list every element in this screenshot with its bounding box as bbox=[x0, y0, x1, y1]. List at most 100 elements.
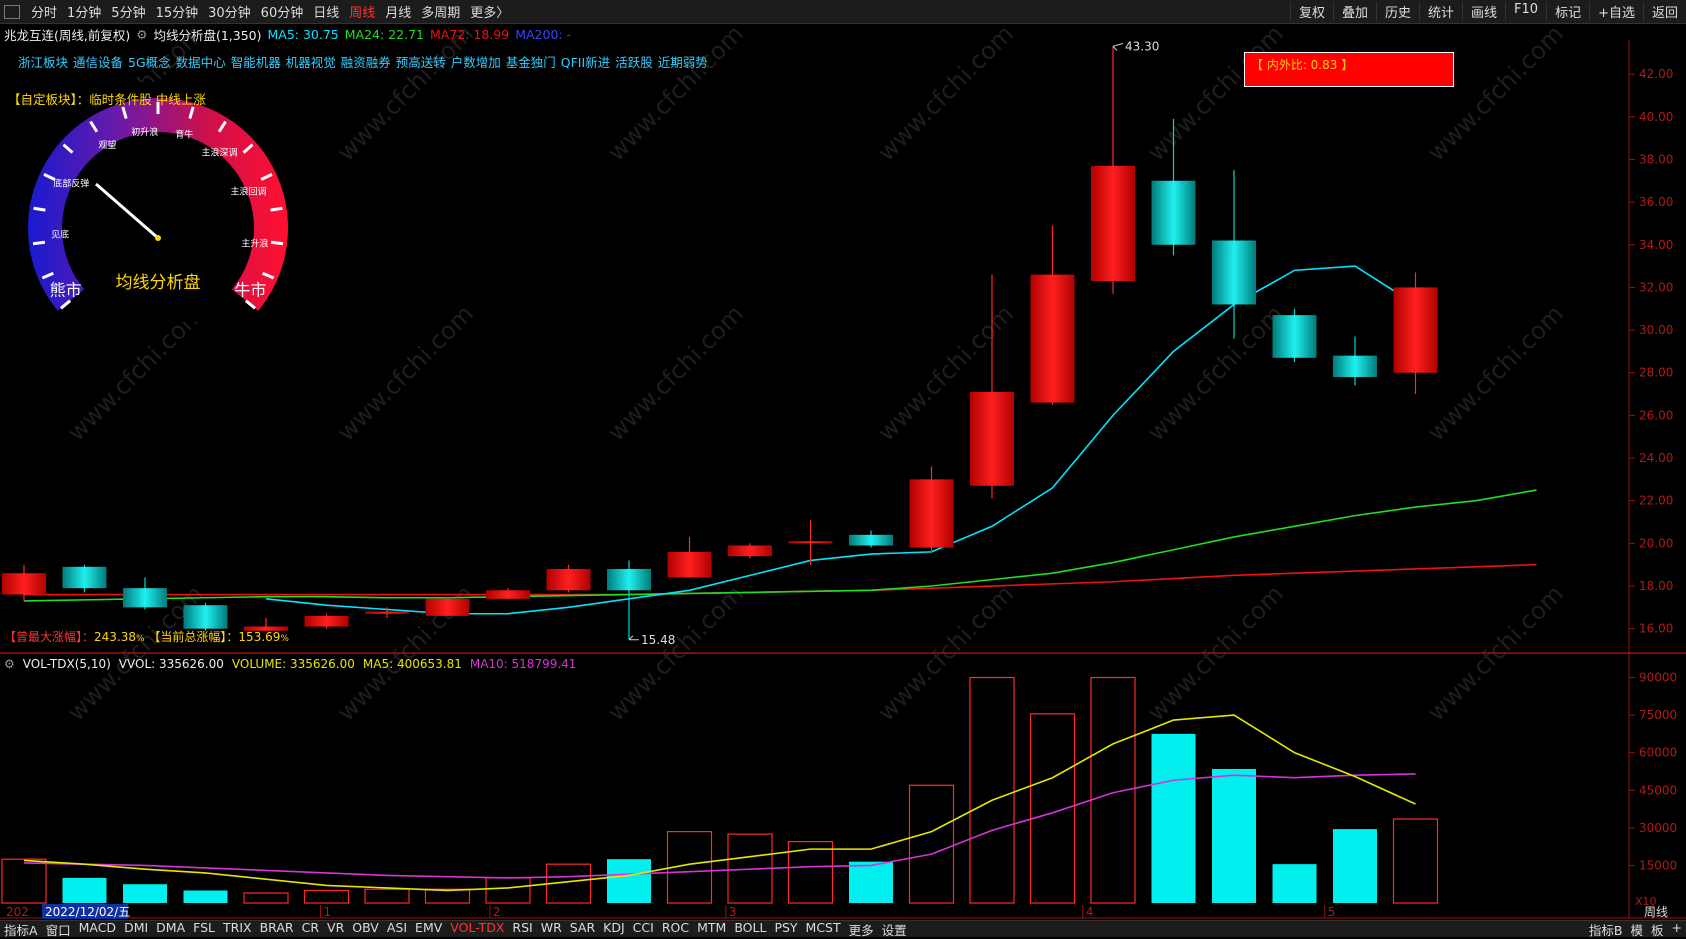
indicator-tab-6[interactable]: CR bbox=[298, 920, 323, 939]
watermark-text: www.cfchi.com bbox=[332, 20, 479, 167]
candle[interactable] bbox=[425, 596, 470, 616]
indicator-tab-0[interactable]: MACD bbox=[75, 920, 120, 939]
indicator-tab-9[interactable]: ASI bbox=[383, 920, 411, 939]
ma72-line bbox=[24, 563, 1537, 596]
month-label: 1 bbox=[323, 905, 331, 919]
watermark-text: www.cfchi.com bbox=[872, 20, 1019, 167]
volume-bar[interactable] bbox=[364, 888, 410, 904]
month-label: 3 bbox=[729, 905, 737, 919]
price-tick-label: 20.00 bbox=[1639, 536, 1673, 550]
price-tick-label: 30.00 bbox=[1639, 323, 1673, 337]
month-label: 5 bbox=[1328, 905, 1336, 919]
candle[interactable] bbox=[1030, 225, 1075, 405]
price-tick-label: 24.00 bbox=[1639, 451, 1673, 465]
candle[interactable] bbox=[1333, 336, 1377, 386]
volume-bar[interactable] bbox=[1151, 733, 1196, 903]
candle[interactable] bbox=[62, 564, 107, 593]
candle[interactable] bbox=[2, 564, 46, 601]
volume-bar[interactable] bbox=[303, 889, 350, 904]
volume-bar[interactable] bbox=[243, 892, 289, 904]
candle[interactable] bbox=[607, 560, 651, 640]
candle[interactable] bbox=[788, 519, 833, 565]
indicator-tab-21[interactable]: MCST bbox=[802, 920, 845, 939]
indicator-tab-17[interactable]: ROC bbox=[658, 920, 693, 939]
indicator-tab-16[interactable]: CCI bbox=[629, 920, 658, 939]
watermark-text: www.cfchi.com bbox=[602, 300, 749, 447]
volume-bar[interactable] bbox=[1, 858, 47, 904]
volume-bar[interactable] bbox=[1212, 768, 1256, 903]
indicator-tab-12[interactable]: RSI bbox=[508, 920, 536, 939]
indicator-tab-1[interactable]: DMI bbox=[120, 920, 152, 939]
indicator-tab-11[interactable]: VOL-TDX bbox=[446, 920, 508, 939]
bottom-left-button-0[interactable]: 指标A bbox=[0, 920, 42, 939]
price-tick-label: 22.00 bbox=[1639, 494, 1673, 508]
candle[interactable] bbox=[1091, 46, 1135, 294]
price-tick-label: 28.00 bbox=[1639, 366, 1673, 380]
indicator-tab-20[interactable]: PSY bbox=[770, 920, 801, 939]
candle-body bbox=[123, 588, 167, 608]
indicator-tab-13[interactable]: WR bbox=[537, 920, 566, 939]
bottom-right-button-2[interactable]: 板 bbox=[1647, 920, 1668, 939]
custom-block: 【自定板块】：临时条件股 中线上涨 bbox=[8, 89, 206, 108]
candle-body bbox=[909, 479, 954, 548]
indicator-tab-8[interactable]: OBV bbox=[348, 920, 383, 939]
indicator-tab-7[interactable]: VR bbox=[323, 920, 348, 939]
current-rise-pct: % bbox=[280, 634, 289, 644]
candle[interactable] bbox=[304, 613, 349, 629]
custom-block-label: 【自定板块】： bbox=[8, 92, 90, 107]
indicator-tab-3[interactable]: FSL bbox=[189, 920, 219, 939]
watermark-text: www.cfchi.com bbox=[1142, 20, 1289, 167]
volume-settings-icon[interactable]: ⚙ bbox=[4, 657, 15, 671]
bottom-right-button-3[interactable]: + bbox=[1668, 920, 1686, 939]
indicator-tab-2[interactable]: DMA bbox=[152, 920, 189, 939]
volume-bar[interactable] bbox=[849, 861, 893, 903]
indicator-tab-4[interactable]: TRIX bbox=[219, 920, 256, 939]
volume-bar[interactable] bbox=[908, 784, 955, 904]
volume-bar[interactable] bbox=[1392, 818, 1439, 904]
volume-bar[interactable] bbox=[969, 676, 1015, 904]
gauge-label: 主浪深调 bbox=[202, 147, 238, 159]
indicator-tabs: MACD DMI DMA FSL TRIX BRAR CR VR OBV ASI EMV VOL-TD… bbox=[75, 920, 911, 939]
volume-value: VOLUME: 335626.00 bbox=[231, 657, 355, 671]
indicator-tab-23[interactable]: 设置 bbox=[878, 920, 911, 939]
candle[interactable] bbox=[1272, 308, 1317, 363]
volume-ma10-line bbox=[23, 773, 1416, 879]
volume-bar[interactable] bbox=[1272, 864, 1317, 903]
candle[interactable] bbox=[486, 588, 530, 599]
vol-ma10-value: MA10: 518799.41 bbox=[469, 657, 577, 671]
indicator-tab-5[interactable]: BRAR bbox=[256, 920, 298, 939]
volume-bar[interactable] bbox=[62, 877, 107, 903]
candle[interactable] bbox=[849, 530, 893, 548]
indicator-tab-18[interactable]: MTM bbox=[693, 920, 730, 939]
candle[interactable] bbox=[728, 543, 772, 559]
candle[interactable] bbox=[667, 536, 712, 578]
indicator-tab-10[interactable]: EMV bbox=[411, 920, 446, 939]
gauge-tick bbox=[33, 206, 46, 212]
candle[interactable] bbox=[909, 466, 954, 552]
indicator-tab-14[interactable]: SAR bbox=[566, 920, 599, 939]
volume-bar[interactable] bbox=[123, 884, 167, 903]
volume-bar[interactable] bbox=[424, 888, 471, 904]
volume-tick-label: 45000 bbox=[1639, 783, 1677, 797]
bottom-right-button-0[interactable]: 指标B bbox=[1585, 920, 1627, 939]
indicator-tab-15[interactable]: KDJ bbox=[599, 920, 629, 939]
max-rise-pct: % bbox=[136, 634, 145, 644]
volume-bar[interactable] bbox=[183, 890, 228, 903]
gauge-label: 牛市 bbox=[234, 280, 266, 299]
volume-bar[interactable] bbox=[1333, 829, 1377, 903]
volume-bar[interactable] bbox=[607, 859, 651, 903]
indicator-tab-19[interactable]: BOLL bbox=[730, 920, 770, 939]
bottom-left-button-1[interactable]: 窗口 bbox=[42, 920, 75, 939]
candle[interactable] bbox=[1393, 272, 1438, 395]
price-tick-label: 34.00 bbox=[1639, 238, 1673, 252]
volume-tick-label: 90000 bbox=[1639, 671, 1677, 685]
candle[interactable] bbox=[546, 564, 591, 593]
candle[interactable] bbox=[123, 577, 167, 610]
candle[interactable] bbox=[1212, 170, 1256, 339]
volume-bar[interactable] bbox=[485, 877, 531, 904]
bottom-right-button-1[interactable]: 模 bbox=[1626, 920, 1647, 939]
indicator-tab-22[interactable]: 更多 bbox=[845, 920, 878, 939]
custom-block-value: 临时条件股 中线上涨 bbox=[89, 92, 206, 107]
candle[interactable] bbox=[183, 603, 228, 631]
volume-indicator-name[interactable]: VOL-TDX(5,10) bbox=[23, 657, 111, 671]
